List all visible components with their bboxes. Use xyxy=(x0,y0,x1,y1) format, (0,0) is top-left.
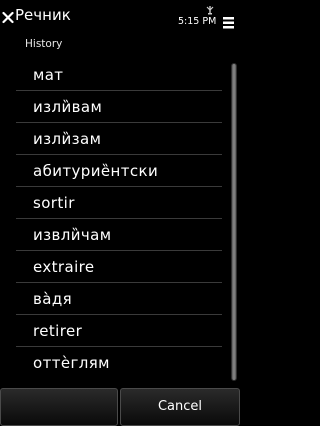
status-bar: Речник 5:15 PM xyxy=(0,0,240,36)
scrollbar-thumb[interactable] xyxy=(232,64,236,380)
cancel-button-label: Cancel xyxy=(157,399,203,414)
history-item[interactable]: оттѐглям xyxy=(16,347,222,379)
scrollbar[interactable] xyxy=(231,63,237,381)
history-item[interactable]: изли̏зам xyxy=(16,123,222,155)
history-item-text: изли̏зам xyxy=(33,130,102,148)
history-item[interactable]: извли̏чам xyxy=(16,219,222,251)
history-item[interactable]: sortir xyxy=(16,187,222,219)
history-item-text: оттѐглям xyxy=(33,354,110,372)
clock: 5:15 PM xyxy=(178,16,217,27)
history-item[interactable]: extraire xyxy=(16,251,222,283)
history-item-text: извли̏чам xyxy=(33,226,112,244)
history-list: мат изли̏вам изли̏зам абитурие̏нтски sor… xyxy=(0,59,230,379)
history-item-text: sortir xyxy=(33,194,75,212)
history-label: History xyxy=(25,38,63,50)
history-item-text: ва̀дя xyxy=(33,290,73,308)
history-item[interactable]: retirer xyxy=(16,315,222,347)
app-title: Речник xyxy=(15,6,71,24)
left-softkey[interactable] xyxy=(0,388,118,426)
history-item-text: extraire xyxy=(33,258,95,276)
history-item[interactable]: мат xyxy=(16,59,222,91)
softkey-bar: Cancel xyxy=(0,388,240,426)
close-icon[interactable] xyxy=(2,9,14,24)
signal-icon xyxy=(205,0,215,15)
history-item-text: изли̏вам xyxy=(33,98,103,116)
history-item-text: мат xyxy=(33,66,64,84)
cancel-button[interactable]: Cancel xyxy=(120,388,240,426)
history-item[interactable]: абитурие̏нтски xyxy=(16,155,222,187)
history-item[interactable]: ва̀дя xyxy=(16,283,222,315)
history-item[interactable]: изли̏вам xyxy=(16,91,222,123)
history-item-text: retirer xyxy=(33,322,83,340)
history-item-text: абитурие̏нтски xyxy=(33,162,159,180)
options-menu-icon[interactable] xyxy=(222,15,235,29)
